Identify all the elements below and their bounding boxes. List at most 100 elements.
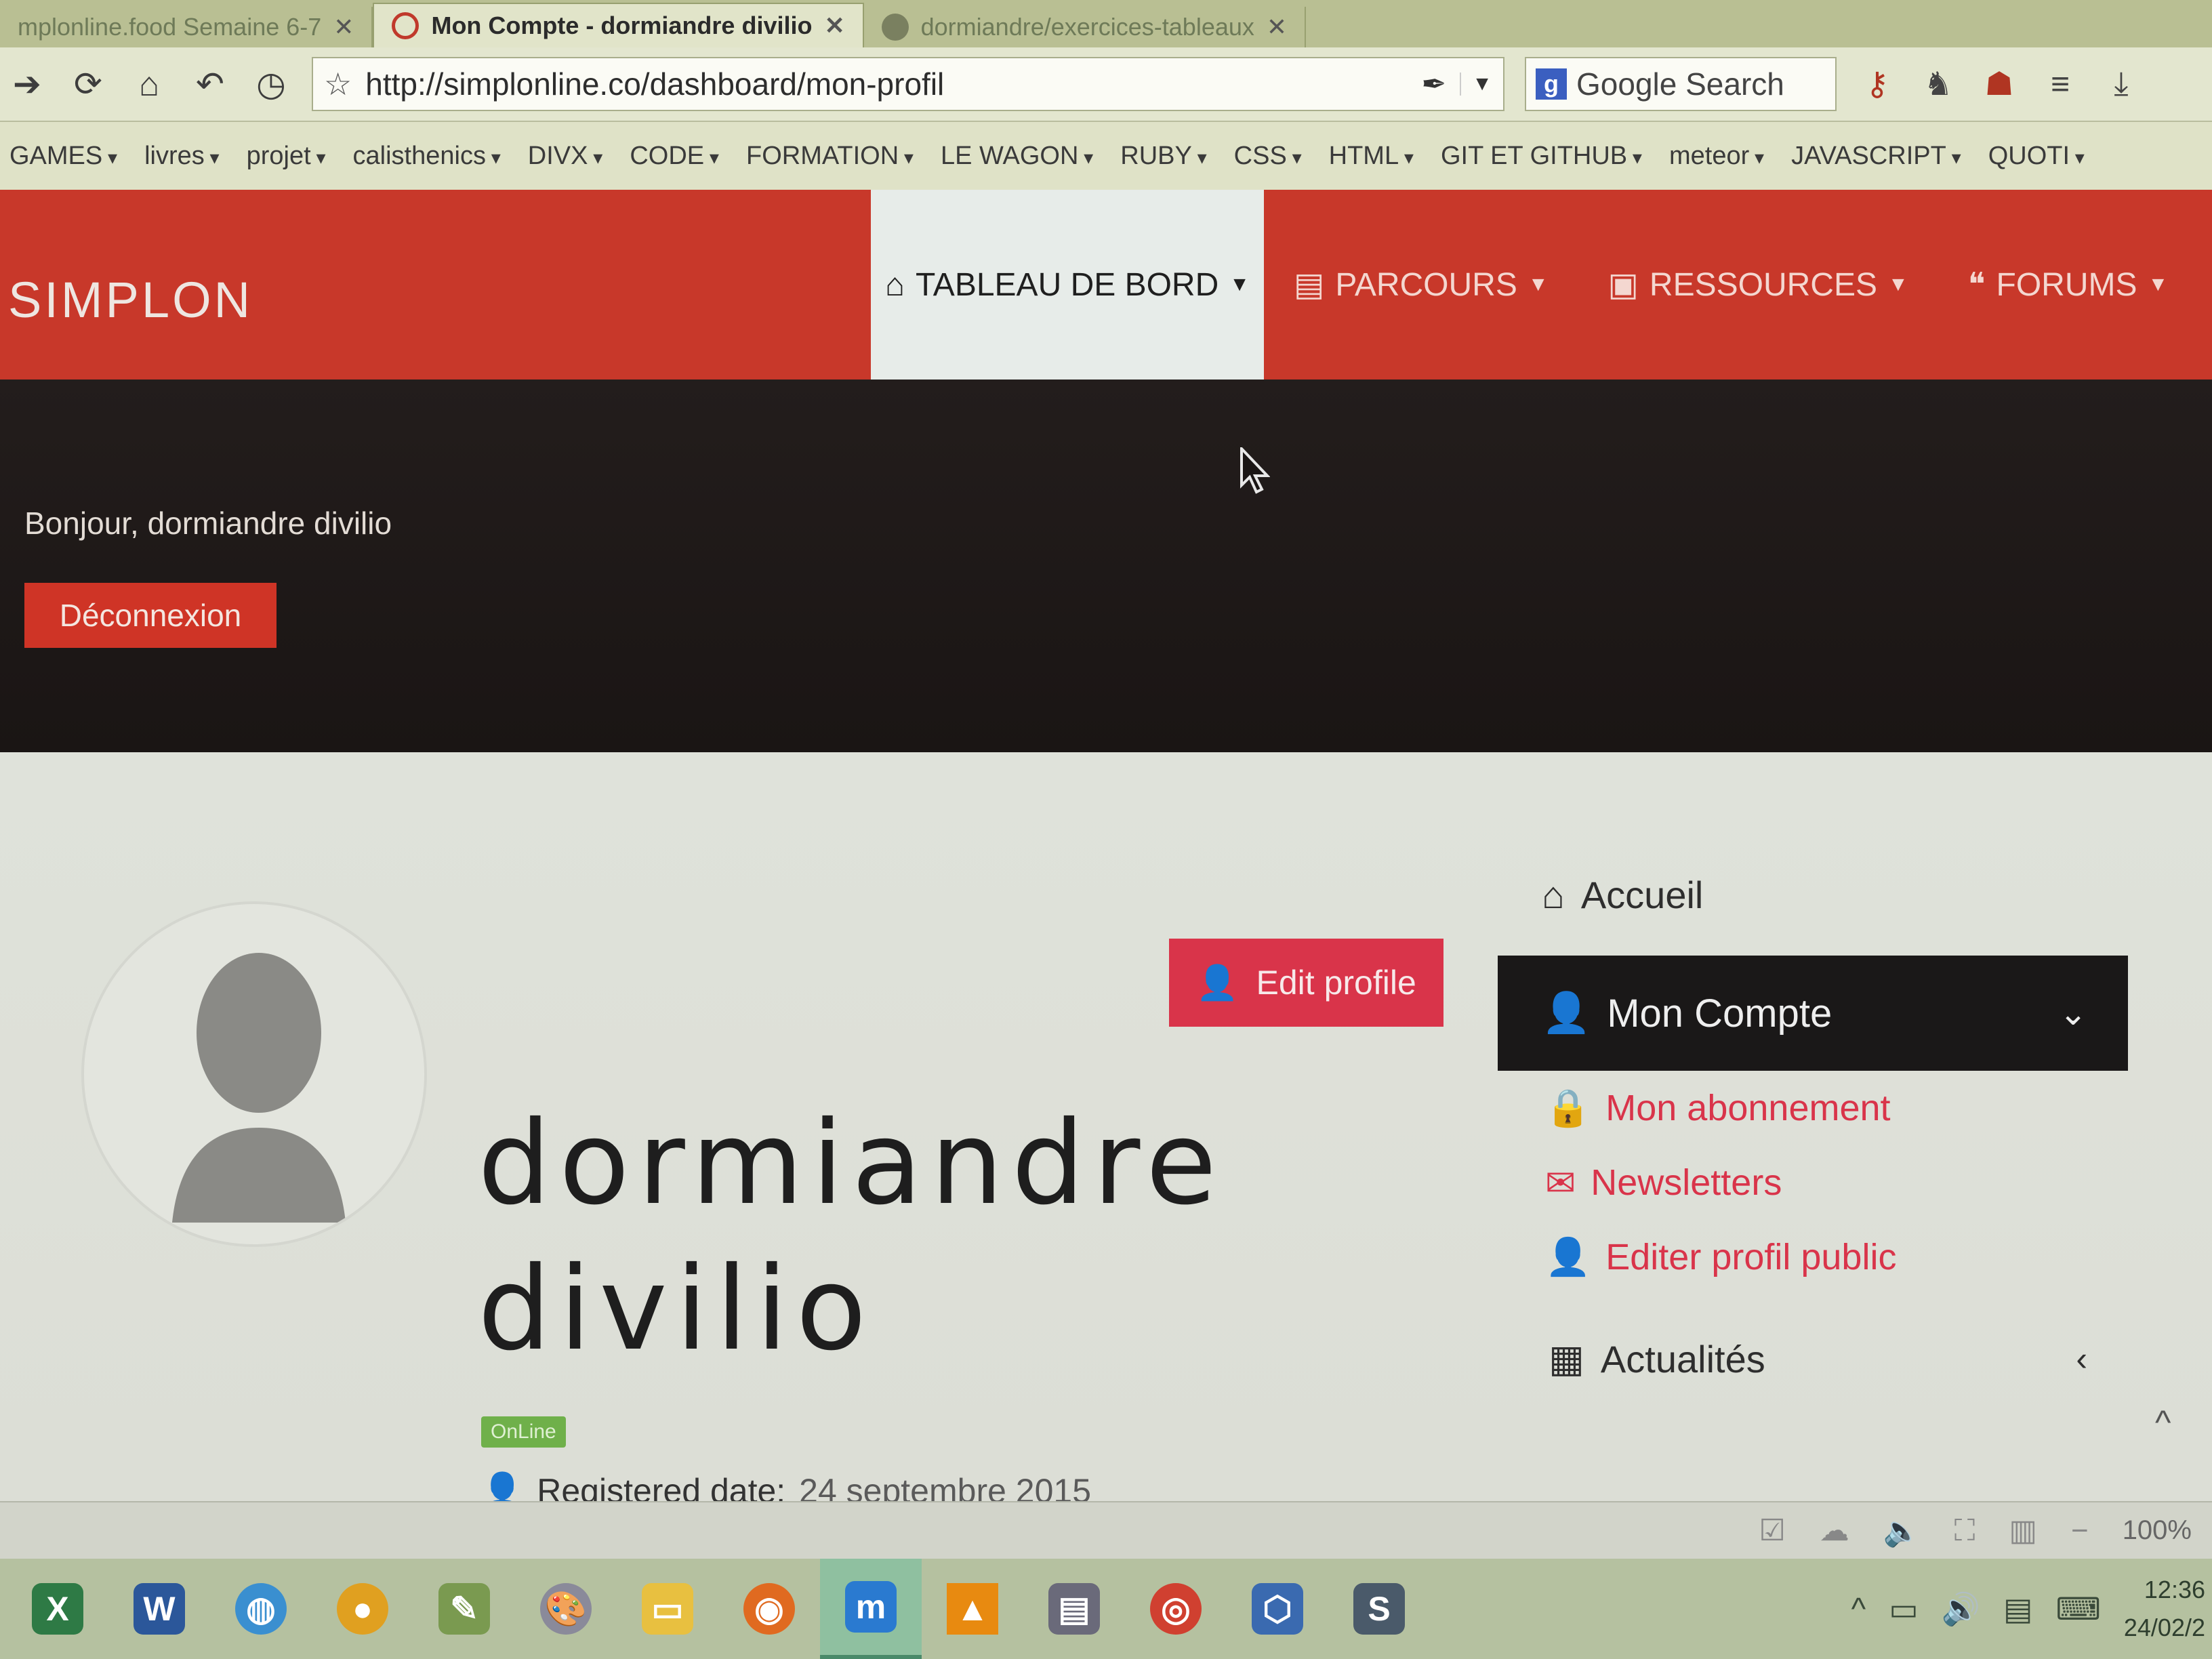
- nav-parcours[interactable]: ▤ PARCOURS ▼: [1264, 190, 1578, 380]
- keyboard-icon[interactable]: ⌨: [2055, 1591, 2100, 1627]
- notification-icon[interactable]: ▤: [2003, 1591, 2032, 1627]
- tab-label: Mon Compte - dormiandre divilio: [431, 12, 813, 39]
- sidemenu-label: Editer profil public: [1605, 1237, 1897, 1277]
- comments-icon: ❝: [1967, 267, 1986, 303]
- taskbar-maxthon[interactable]: m: [820, 1559, 922, 1659]
- nav-forums[interactable]: ❝ FORUMS ▼: [1938, 190, 2198, 380]
- bookmark-folder[interactable]: meteor: [1669, 142, 1764, 171]
- github-icon: [881, 14, 909, 41]
- bookmark-folder[interactable]: HTML: [1329, 142, 1414, 171]
- paint-icon: 🎨: [540, 1583, 592, 1635]
- tab-label: dormiandre/exercices-tableaux: [920, 13, 1254, 41]
- app-icon: ▤: [1048, 1583, 1100, 1635]
- bookmark-folder[interactable]: LE WAGON: [941, 142, 1093, 171]
- taskbar-3d[interactable]: ⬡: [1227, 1559, 1328, 1659]
- globe-icon: ◍: [235, 1583, 287, 1635]
- taskbar-paint[interactable]: 🎨: [515, 1559, 617, 1659]
- home-icon[interactable]: ⌂: [129, 64, 169, 104]
- taskbar-app[interactable]: ▤: [1023, 1559, 1125, 1659]
- taskbar-sublime[interactable]: S: [1328, 1559, 1430, 1659]
- sidemenu-actualites[interactable]: ▦ Actualités ‹: [1498, 1322, 2128, 1396]
- columns-icon[interactable]: ▥: [2009, 1513, 2037, 1548]
- taskbar-firefox[interactable]: ◉: [718, 1559, 820, 1659]
- user-search-icon[interactable]: ♞: [1918, 65, 1959, 103]
- sidemenu-mon-abonnement[interactable]: 🔒 Mon abonnement: [1498, 1071, 2128, 1145]
- taskbar-explorer[interactable]: ▭: [617, 1559, 718, 1659]
- nav-tableau-de-bord[interactable]: ⌂ TABLEAU DE BORD ▼: [871, 190, 1264, 380]
- chevron-up-icon[interactable]: ^: [1851, 1591, 1866, 1627]
- reload-icon[interactable]: ⟳: [68, 64, 108, 104]
- bookmark-folder[interactable]: QUOTI: [1988, 142, 2085, 171]
- sidemenu-mon-compte[interactable]: 👤 Mon Compte ⌄: [1498, 956, 2128, 1071]
- site-logo[interactable]: SIMPLON: [8, 271, 253, 329]
- taskbar-chrome[interactable]: ◎: [1125, 1559, 1227, 1659]
- sidemenu-newsletters[interactable]: ✉ Newsletters: [1498, 1145, 2128, 1220]
- sidemenu-label: Actualités: [1600, 1337, 1765, 1380]
- browser-status-bar: ☑ ☁ 🔈 ⛶ ▥ − 100%: [0, 1501, 2212, 1559]
- battery-icon[interactable]: ▭: [1889, 1591, 1918, 1627]
- address-bar[interactable]: ☆ http://simplonline.co/dashboard/mon-pr…: [312, 57, 1504, 111]
- bookmark-folder[interactable]: FORMATION: [746, 142, 914, 171]
- taskbar-word[interactable]: W: [108, 1559, 210, 1659]
- system-tray: ^ ▭ 🔊 ▤ ⌨ 12:36 24/02/2: [1851, 1571, 2212, 1647]
- bookmark-folder[interactable]: projet: [247, 142, 326, 171]
- last-name: divilio: [478, 1242, 875, 1376]
- forward-icon[interactable]: ➔: [7, 64, 47, 104]
- taskbar-vlc[interactable]: ▲: [922, 1559, 1023, 1659]
- bookmark-folder[interactable]: GIT ET GITHUB: [1441, 142, 1642, 171]
- clock[interactable]: 12:36 24/02/2: [2124, 1571, 2205, 1647]
- taskbar-globe[interactable]: ◍: [210, 1559, 312, 1659]
- nav-ressources[interactable]: ▣ RESSOURCES ▼: [1578, 190, 1938, 380]
- bookmark-folder[interactable]: DIVX: [528, 142, 603, 171]
- bookmark-folder[interactable]: CSS: [1234, 142, 1302, 171]
- edit-profile-button[interactable]: 👤 Edit profile: [1169, 939, 1443, 1027]
- close-icon[interactable]: ✕: [1267, 13, 1287, 41]
- firefox-icon: ◉: [743, 1583, 795, 1635]
- mask-icon[interactable]: ☗: [1979, 65, 2020, 103]
- taskbar-user[interactable]: ●: [312, 1559, 413, 1659]
- logout-button[interactable]: Déconnexion: [24, 583, 276, 648]
- menu-lines-icon[interactable]: ≡: [2040, 66, 2081, 103]
- download-icon[interactable]: ⤓: [2101, 65, 2142, 103]
- fullscreen-icon[interactable]: ⛶: [1954, 1514, 1975, 1548]
- chevron-up-icon[interactable]: ^: [2155, 1403, 2171, 1442]
- browser-navigation-bar: ➔ ⟳ ⌂ ↶ ◷ ☆ http://simplonline.co/dashbo…: [0, 47, 2212, 122]
- bookmark-folder[interactable]: CODE: [630, 142, 719, 171]
- bookmark-folder[interactable]: RUBY: [1120, 142, 1206, 171]
- bookmark-folder[interactable]: GAMES: [9, 142, 117, 171]
- tab-semaine[interactable]: mplonline.food Semaine 6-7 ✕: [0, 7, 373, 47]
- bookmark-folder[interactable]: livres: [144, 142, 220, 171]
- sublime-icon: S: [1353, 1583, 1405, 1635]
- search-input[interactable]: Google Search: [1576, 66, 1784, 102]
- google-icon[interactable]: g: [1536, 68, 1567, 100]
- tab-mon-compte[interactable]: Mon Compte - dormiandre divilio ✕: [373, 3, 864, 47]
- caret-down-icon: ▼: [1528, 273, 1549, 295]
- sidemenu-label: Mon abonnement: [1605, 1088, 1891, 1128]
- search-box[interactable]: g Google Search: [1525, 57, 1837, 111]
- key-icon[interactable]: ⚷: [1857, 65, 1898, 103]
- taskbar-excel[interactable]: X: [7, 1559, 108, 1659]
- tab-github[interactable]: dormiandre/exercices-tableaux ✕: [864, 7, 1307, 47]
- bookmark-star-icon[interactable]: ☆: [324, 66, 352, 102]
- zoom-out-icon[interactable]: −: [2071, 1514, 2089, 1548]
- clock-date: 24/02/2: [2123, 1614, 2205, 1641]
- sidemenu-editer-profil[interactable]: 👤 Editer profil public: [1498, 1220, 2128, 1294]
- zoom-level[interactable]: 100%: [2123, 1515, 2192, 1546]
- close-icon[interactable]: ✕: [824, 12, 844, 40]
- speaker-icon[interactable]: 🔈: [1883, 1513, 1921, 1549]
- excel-icon: X: [32, 1583, 83, 1635]
- close-icon[interactable]: ✕: [333, 13, 354, 41]
- volume-icon[interactable]: 🔊: [1942, 1591, 1980, 1628]
- caret-down-icon: ▼: [2148, 273, 2169, 295]
- pin-icon[interactable]: ✒: [1421, 67, 1446, 102]
- taskbar-notes[interactable]: ✎: [413, 1559, 515, 1659]
- history-icon[interactable]: ◷: [251, 64, 291, 104]
- cloud-icon[interactable]: ☁: [1820, 1513, 1849, 1548]
- url-text[interactable]: http://simplonline.co/dashboard/mon-prof…: [365, 66, 1408, 102]
- undo-icon[interactable]: ↶: [190, 64, 230, 104]
- bookmark-folder[interactable]: JAVASCRIPT: [1791, 142, 1961, 171]
- bookmark-folder[interactable]: calisthenics: [353, 142, 501, 171]
- checkbox-icon[interactable]: ☑: [1759, 1513, 1785, 1548]
- sidemenu-accueil[interactable]: ⌂ Accueil: [1498, 861, 2128, 928]
- chevron-down-icon[interactable]: ▼: [1460, 73, 1492, 96]
